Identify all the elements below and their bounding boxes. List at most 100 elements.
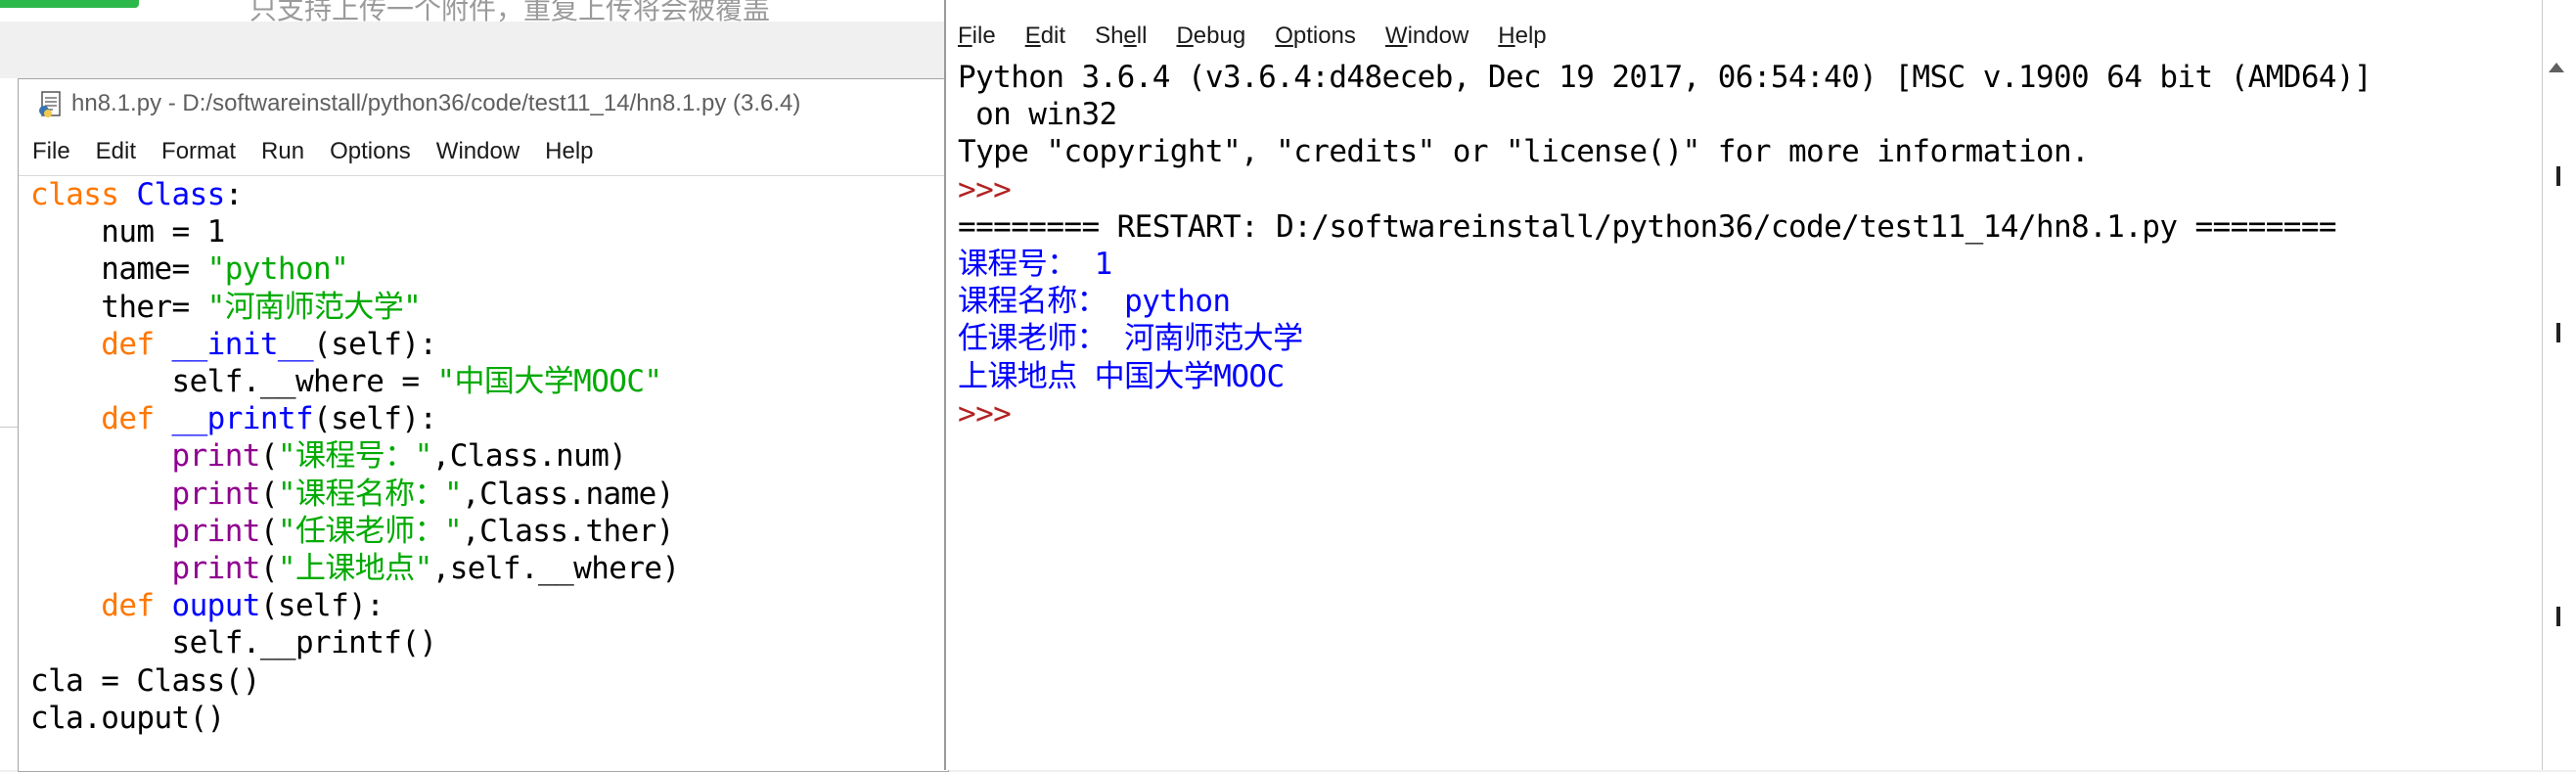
shell-token: 课程名称： python: [958, 284, 1231, 320]
code-token: :: [224, 177, 244, 212]
code-line: cla = Class(): [30, 662, 948, 700]
code-token: name=: [30, 251, 207, 288]
shell-line: 任课老师： 河南师范大学: [958, 320, 2485, 357]
shell-menu-options[interactable]: Options: [1275, 23, 1356, 50]
shell-line: 上课地点 中国大学MOOC: [958, 358, 2485, 395]
code-token: "任课老师：": [277, 513, 463, 549]
code-token: print: [30, 513, 261, 549]
editor-menubar: File Edit Format Run Options Window Help: [19, 128, 948, 175]
shell-token: 任课老师： 河南师范大学: [958, 321, 1303, 357]
code-line: cla.ouput(): [30, 700, 948, 737]
scroll-up-arrow-icon[interactable]: [2549, 63, 2564, 72]
code-token: (self):: [259, 588, 384, 624]
shell-line: 课程名称： python: [958, 283, 2485, 320]
shell-token: >>>: [958, 395, 1029, 431]
editor-menu-run[interactable]: Run: [261, 138, 304, 165]
shell-line: Type "copyright", "credits" or "license(…: [958, 133, 2485, 170]
shell-menu-window[interactable]: Window: [1385, 23, 1469, 50]
code-token: print: [30, 438, 261, 475]
code-token: self.__where =: [30, 364, 437, 400]
code-line: class Class:: [30, 176, 948, 213]
background-green-tab: [0, 0, 139, 8]
shell-menu-file[interactable]: File: [958, 23, 996, 50]
code-token: cla = Class(): [30, 662, 260, 699]
code-token: ,Class.num): [431, 438, 627, 475]
background-page-header: 只支持上传一个附件，重复上传将会被覆盖: [0, 0, 978, 25]
code-token: "中国大学MOOC": [436, 364, 662, 400]
code-line: print("任课老师：",Class.ther): [30, 513, 948, 550]
scroll-marker: [2556, 607, 2560, 626]
code-token: (self):: [313, 401, 437, 437]
shell-token: on win32: [958, 97, 1117, 133]
shell-token: >>>: [958, 171, 1012, 207]
editor-menu-file[interactable]: File: [32, 138, 70, 165]
background-upload-hint: 只支持上传一个附件，重复上传将会被覆盖: [249, 0, 771, 25]
code-line: self.__printf(): [30, 624, 948, 661]
code-token: ,Class.name): [462, 476, 674, 512]
code-line: print("课程名称：",Class.name): [30, 476, 948, 513]
code-line: ther= "河南师范大学": [30, 289, 948, 326]
code-token: "课程号：": [277, 438, 432, 475]
code-token: def: [30, 588, 172, 624]
python-shell-window[interactable]: File Edit Shell Debug Options Window Help Pyth…: [944, 0, 2544, 770]
editor-code-area[interactable]: class Class: num = 1 name= "python" ther…: [19, 175, 948, 771]
code-token: ouput: [171, 588, 261, 624]
code-token: self.__printf(): [30, 625, 438, 661]
code-token: ,Class.ther): [462, 513, 674, 549]
shell-menu-debug[interactable]: Debug: [1176, 23, 1245, 50]
code-line: print("上课地点",self.__where): [30, 550, 948, 587]
editor-menu-format[interactable]: Format: [161, 138, 236, 165]
editor-menu-edit[interactable]: Edit: [96, 138, 136, 165]
code-line: print("课程号：",Class.num): [30, 437, 948, 475]
scroll-marker: [2556, 166, 2560, 186]
code-token: print: [30, 551, 261, 587]
editor-menu-help[interactable]: Help: [545, 138, 593, 165]
code-line: def __init__(self):: [30, 326, 948, 363]
shell-output-area[interactable]: Python 3.6.4 (v3.6.4:d48eceb, Dec 19 201…: [958, 59, 2485, 432]
code-token: (: [259, 551, 279, 587]
editor-menu-options[interactable]: Options: [330, 138, 411, 165]
code-token: print: [30, 476, 261, 512]
code-token: def: [30, 401, 172, 437]
shell-line: on win32: [958, 96, 2485, 133]
code-token: ther=: [30, 289, 207, 325]
code-token: (: [259, 438, 279, 475]
code-token: "python": [206, 251, 349, 288]
shell-menu-edit[interactable]: Edit: [1025, 23, 1065, 50]
shell-line: ======== RESTART: D:/softwareinstall/pyt…: [958, 208, 2485, 246]
python-file-icon: [39, 91, 61, 117]
code-token: num = 1: [30, 214, 225, 250]
shell-line: 课程号： 1: [958, 246, 2485, 283]
shell-line: Python 3.6.4 (v3.6.4:d48eceb, Dec 19 201…: [958, 59, 2485, 96]
shell-menu-help[interactable]: Help: [1498, 23, 1546, 50]
background-divider: [0, 427, 18, 428]
shell-token: 上课地点 中国大学MOOC: [958, 358, 1285, 394]
editor-menu-window[interactable]: Window: [436, 138, 520, 165]
code-token: def: [30, 326, 172, 362]
shell-menubar: File Edit Shell Debug Options Window Help: [946, 18, 2544, 55]
code-token: class: [30, 177, 137, 212]
background-window-edge: [0, 78, 19, 770]
code-line: self.__where = "中国大学MOOC": [30, 363, 948, 400]
shell-scrollbar[interactable]: [2542, 0, 2576, 770]
code-token: __printf: [171, 401, 314, 437]
editor-titlebar[interactable]: hn8.1.py - D:/softwareinstall/python36/c…: [19, 79, 948, 128]
code-token: (: [259, 476, 279, 512]
code-token: (self):: [313, 326, 437, 362]
code-line: num = 1: [30, 213, 948, 250]
shell-line: >>>: [958, 395, 2485, 432]
scroll-marker: [2556, 323, 2560, 342]
code-token: "课程名称：": [277, 476, 463, 512]
code-line: name= "python": [30, 250, 948, 288]
idle-editor-window[interactable]: hn8.1.py - D:/softwareinstall/python36/c…: [18, 78, 949, 772]
code-token: __init__: [171, 326, 314, 362]
shell-titlebar[interactable]: [946, 0, 2544, 18]
code-token: "河南师范大学": [206, 289, 422, 325]
code-token: cla.ouput(): [30, 700, 225, 736]
editor-window-title: hn8.1.py - D:/softwareinstall/python36/c…: [71, 90, 801, 116]
code-token: ,self.__where): [431, 551, 680, 587]
shell-menu-shell[interactable]: Shell: [1095, 23, 1147, 50]
shell-token: Type "copyright", "credits" or "license(…: [958, 134, 2090, 170]
code-line: def __printf(self):: [30, 400, 948, 437]
code-token: Class: [136, 177, 225, 212]
